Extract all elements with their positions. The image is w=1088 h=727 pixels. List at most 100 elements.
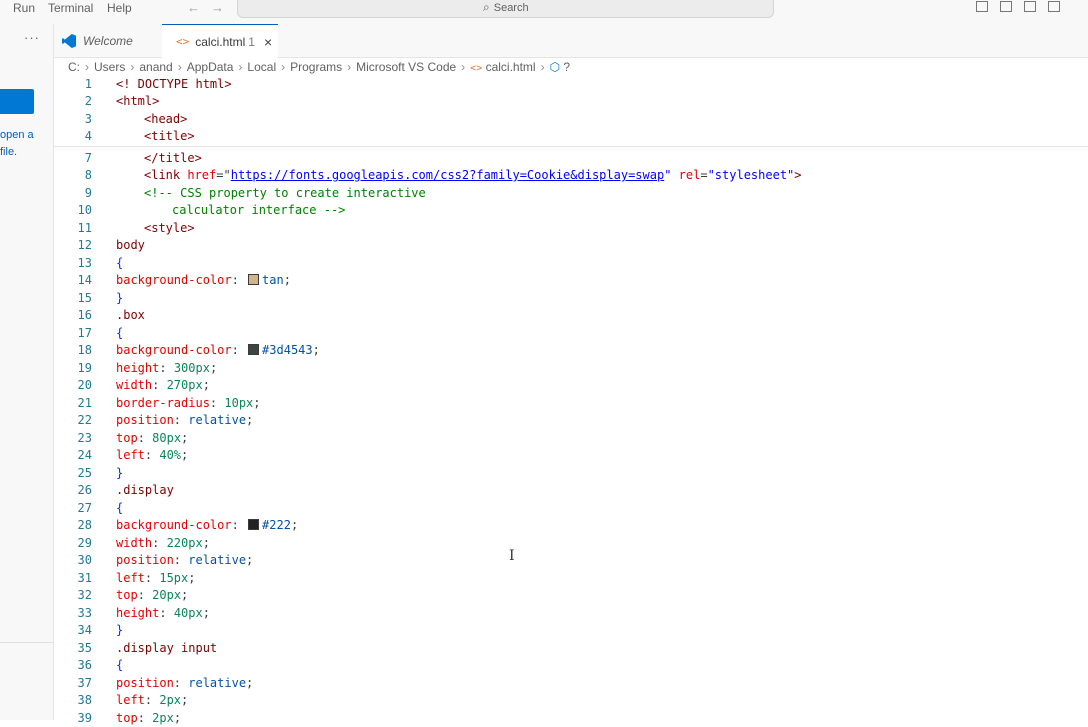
line-number: 10 — [77, 203, 92, 217]
code-text: background-color — [116, 343, 232, 357]
code-text: ; — [312, 343, 320, 357]
code-text: left — [116, 693, 145, 707]
code-text: { — [116, 326, 124, 340]
breadcrumb-vscode[interactable]: Microsoft VS Code — [356, 60, 456, 74]
code-text: #222 — [262, 518, 291, 532]
code-text: : — [152, 536, 167, 550]
line-number: 32 — [77, 588, 92, 602]
breadcrumb-local[interactable]: Local — [247, 60, 276, 74]
menu-run[interactable]: Run — [13, 0, 35, 17]
line-number: 12 — [77, 238, 92, 252]
line-number: 34 — [77, 623, 92, 637]
line-number: 20 — [77, 378, 92, 392]
sidebar-hint-text[interactable]: open a file. — [0, 127, 34, 161]
code-text: ; — [290, 518, 299, 532]
line-number: 36 — [77, 658, 92, 672]
text-cursor-icon: I — [509, 548, 515, 564]
color-swatch-icon[interactable] — [248, 344, 260, 355]
line-number: 33 — [77, 606, 92, 620]
code-text: : — [173, 676, 189, 690]
line-number: 19 — [77, 361, 92, 375]
code-text: ; — [202, 536, 210, 550]
code-text: } — [116, 291, 124, 305]
search-label-group: ⌕ Search — [483, 0, 529, 15]
code-text: tan — [262, 273, 284, 287]
code-editor[interactable]: 1 <! DOCTYPE html> 2 <html> 3 <head> 4 <titl… — [54, 76, 1088, 725]
breadcrumb-appdata[interactable]: AppData — [187, 60, 234, 74]
code-text: background-color — [116, 518, 232, 532]
sidebar: ··· open a file. — [0, 24, 54, 720]
line-number: 28 — [77, 518, 92, 532]
code-text: <title> — [144, 129, 195, 143]
code-text: : — [137, 431, 153, 445]
customize-layout-icon[interactable] — [1048, 1, 1060, 12]
code-text: position — [116, 553, 174, 567]
code-text: height — [116, 361, 160, 375]
code-text: = — [700, 168, 708, 182]
line-number: 35 — [77, 641, 92, 655]
code-text: > — [794, 168, 802, 182]
line-number: 16 — [77, 308, 92, 322]
code-text: <style> — [144, 221, 195, 235]
code-text: 40% — [159, 448, 182, 462]
code-text: ; — [181, 448, 189, 462]
breadcrumb-symbol[interactable]: ? — [563, 60, 570, 74]
code-text: : — [152, 378, 167, 392]
tab-bar: Welcome <> calci.html 1 × — [54, 24, 1088, 58]
vscode-logo-icon — [62, 34, 76, 48]
sidebar-hint-line2: file. — [0, 146, 18, 158]
line-number: 11 — [77, 221, 92, 235]
code-text: ; — [188, 571, 196, 585]
code-text: =" — [216, 168, 231, 182]
breadcrumb-anand[interactable]: anand — [139, 60, 172, 74]
more-actions-icon[interactable]: ··· — [24, 30, 40, 45]
breadcrumb-users[interactable]: Users — [94, 60, 125, 74]
color-swatch-icon[interactable] — [248, 274, 260, 285]
tab-welcome[interactable]: Welcome — [54, 24, 160, 58]
sticky-scroll-divider — [54, 146, 1088, 147]
line-number: 3 — [84, 112, 92, 126]
code-text: ; — [209, 361, 218, 375]
breadcrumb-programs[interactable]: Programs — [290, 60, 342, 74]
code-text: : — [173, 553, 189, 567]
code-text: : — [173, 413, 189, 427]
menu-terminal[interactable]: Terminal — [48, 0, 93, 17]
code-text: ; — [181, 431, 189, 445]
code-text: 270px — [166, 378, 203, 392]
tab-calci-html[interactable]: <> calci.html 1 × — [162, 24, 278, 58]
close-tab-icon[interactable]: × — [264, 34, 272, 50]
breadcrumb-file[interactable]: calci.html — [486, 60, 536, 74]
code-text: relative — [188, 553, 247, 567]
code-text: <! DOCTYPE html> — [116, 77, 232, 91]
line-number: 27 — [77, 501, 92, 515]
toggle-primary-sidebar-icon[interactable] — [976, 1, 988, 12]
line-number: 38 — [77, 693, 92, 707]
code-text: : — [159, 361, 174, 375]
code-text: top — [116, 711, 138, 725]
chevron-right-icon: › — [281, 60, 286, 74]
toggle-secondary-sidebar-icon[interactable] — [1024, 1, 1036, 12]
open-folder-button[interactable] — [0, 89, 34, 114]
line-number: 14 — [77, 273, 92, 287]
breadcrumb-drive[interactable]: C: — [68, 60, 80, 74]
code-text: ; — [173, 711, 182, 725]
back-arrow-icon[interactable]: ← — [187, 0, 200, 16]
code-text: position — [116, 413, 174, 427]
chevron-right-icon: › — [347, 60, 352, 74]
toggle-panel-icon[interactable] — [1000, 1, 1012, 12]
color-swatch-icon[interactable] — [248, 519, 260, 530]
line-number: 15 — [77, 291, 92, 305]
line-number: 4 — [84, 129, 92, 143]
tab-welcome-label: Welcome — [83, 34, 133, 48]
forward-arrow-icon[interactable]: → — [211, 0, 224, 16]
code-text: 2px — [152, 711, 174, 725]
code-text: rel — [678, 168, 701, 182]
line-number: 25 — [77, 466, 92, 480]
menu-help[interactable]: Help — [107, 0, 132, 17]
code-text: width — [116, 536, 153, 550]
code-text: calculator interface --> — [172, 203, 346, 217]
code-text: ; — [181, 693, 189, 707]
code-link[interactable]: https://fonts.googleapis.com/css2?family… — [231, 168, 664, 182]
code-text: .display input — [116, 641, 218, 655]
line-number: 21 — [77, 396, 92, 410]
